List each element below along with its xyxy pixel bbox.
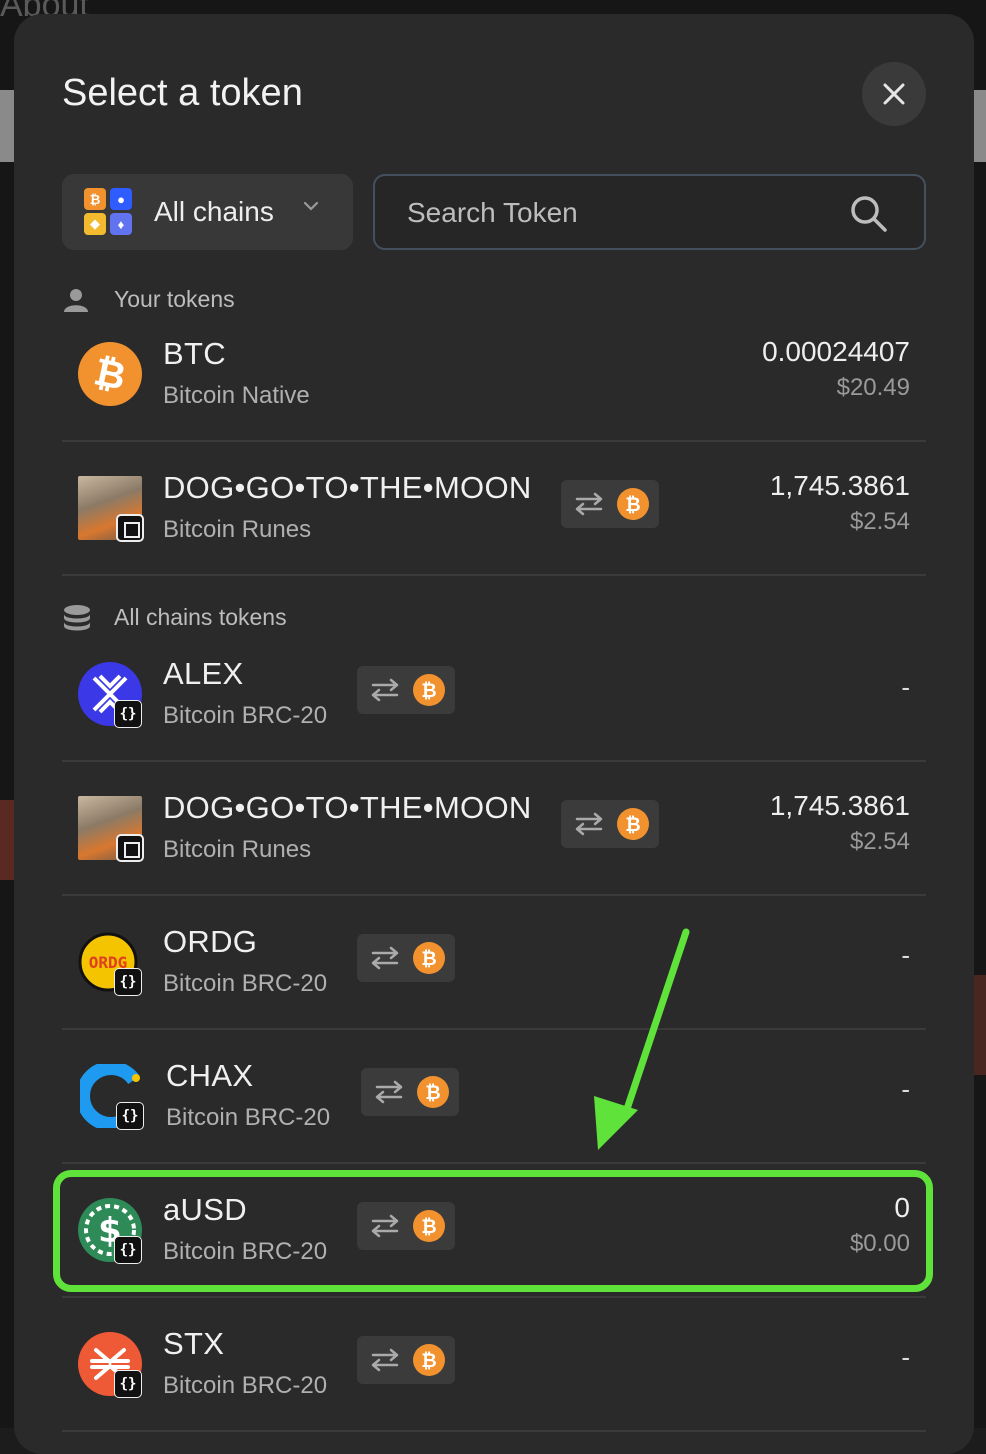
btc-small-icon: ₿ (617, 808, 649, 840)
svg-text:₿: ₿ (421, 680, 436, 702)
token-amount: 1,745.3861 (769, 470, 910, 501)
token-amount: - (901, 672, 910, 702)
stx-icon: {} (78, 1332, 142, 1398)
btc-small-icon: ₿ (617, 488, 649, 520)
token-amount: 0.00024407 (762, 336, 910, 367)
swap-arrows-icon (371, 678, 399, 702)
token-chain: Bitcoin BRC-20 (163, 702, 328, 729)
token-chain: Bitcoin BRC-20 (166, 1104, 331, 1131)
search-icon[interactable] (849, 194, 889, 234)
close-icon (883, 83, 905, 105)
brc20-badge-icon: {} (114, 1370, 142, 1398)
search-field[interactable] (373, 174, 926, 250)
svg-text:₿: ₿ (421, 1350, 436, 1372)
alex-icon: {} (78, 662, 142, 728)
modal-title: Select a token (62, 72, 303, 114)
swap-arrows-icon (375, 1080, 403, 1104)
runes-badge-icon (116, 514, 144, 542)
token-chain: Bitcoin Runes (163, 836, 312, 863)
swap-arrows-icon (371, 1348, 399, 1372)
chain-filter-dropdown[interactable]: ₿ ● ◆ ♦ All chains (62, 174, 353, 250)
all-chains-tokens-label: All chains tokens (114, 604, 287, 630)
bridge-badge: ₿ (561, 480, 659, 528)
token-usd-value: $2.54 (849, 508, 910, 535)
dog-icon (78, 476, 144, 542)
token-name: DOG•GO•TO•THE•MOON (163, 470, 532, 505)
background-strip-left (0, 90, 14, 162)
svg-text:₿: ₿ (625, 494, 640, 516)
token-chain: Bitcoin Runes (163, 516, 312, 543)
svg-text:₿: ₿ (625, 814, 640, 836)
token-row-dog[interactable]: DOG•GO•TO•THE•MOON Bitcoin Runes ₿ 1,745… (62, 762, 926, 896)
chains-icon: ₿ ● ◆ ♦ (84, 188, 134, 236)
btc-small-icon: ₿ (417, 1076, 449, 1108)
token-chain: Bitcoin BRC-20 (163, 970, 328, 997)
token-amount: 1,745.3861 (769, 790, 910, 821)
token-name: BTC (163, 336, 226, 371)
btc-small-icon: ₿ (413, 942, 445, 974)
token-row-chax[interactable]: {} CHAX Bitcoin BRC-20 ₿ - (62, 1030, 926, 1164)
brc20-badge-icon: {} (114, 700, 142, 728)
bridge-badge: ₿ (357, 666, 455, 714)
bridge-badge: ₿ (357, 1336, 455, 1384)
close-button[interactable] (862, 62, 926, 126)
btc-small-icon: ₿ (413, 674, 445, 706)
background-block-left (0, 800, 14, 880)
token-usd-value: $20.49 (836, 374, 910, 401)
token-row-alex[interactable]: {} ALEX Bitcoin BRC-20 ₿ - (62, 628, 926, 762)
token-name: ALEX (163, 656, 244, 691)
annotation-arrow-icon (594, 928, 690, 1150)
runes-badge-icon (116, 834, 144, 862)
btc-small-icon: ₿ (413, 1344, 445, 1376)
bridge-badge: ₿ (357, 934, 455, 982)
btc-icon: ₿ (78, 342, 142, 406)
token-row-btc[interactable]: ₿ BTC Bitcoin Native 0.00024407 $20.49 (62, 308, 926, 442)
token-name: CHAX (166, 1058, 254, 1093)
dog-icon (78, 796, 144, 862)
token-name: STX (163, 1326, 225, 1361)
search-input[interactable] (407, 196, 827, 230)
brc20-badge-icon: {} (116, 1102, 144, 1130)
token-name: ORDG (163, 924, 258, 959)
svg-text:₿: ₿ (425, 1082, 440, 1104)
bridge-badge: ₿ (561, 800, 659, 848)
token-amount: - (901, 1074, 910, 1104)
chevron-down-icon (303, 201, 319, 211)
ordg-icon: ORDG {} (78, 930, 142, 996)
token-usd-value: $2.54 (849, 828, 910, 855)
annotation-highlight-box (53, 1170, 933, 1292)
token-row-stx[interactable]: {} STX Bitcoin BRC-20 ₿ - (62, 1298, 926, 1432)
token-row-ordg[interactable]: ORDG {} ORDG Bitcoin BRC-20 ₿ - (62, 896, 926, 1030)
token-chain: Bitcoin Native (163, 382, 310, 409)
brc20-badge-icon: {} (114, 968, 142, 996)
token-row-dog[interactable]: DOG•GO•TO•THE•MOON Bitcoin Runes ₿ 1,745… (62, 442, 926, 576)
bridge-badge: ₿ (361, 1068, 459, 1116)
svg-text:₿: ₿ (421, 948, 436, 970)
swap-arrows-icon (575, 492, 603, 516)
token-chain: Bitcoin BRC-20 (163, 1372, 328, 1399)
token-amount: - (901, 1342, 910, 1372)
token-amount: - (901, 940, 910, 970)
chain-filter-label: All chains (154, 196, 274, 227)
token-name: DOG•GO•TO•THE•MOON (163, 790, 532, 825)
swap-arrows-icon (575, 812, 603, 836)
chax-icon: {} (76, 1061, 144, 1131)
swap-arrows-icon (371, 946, 399, 970)
